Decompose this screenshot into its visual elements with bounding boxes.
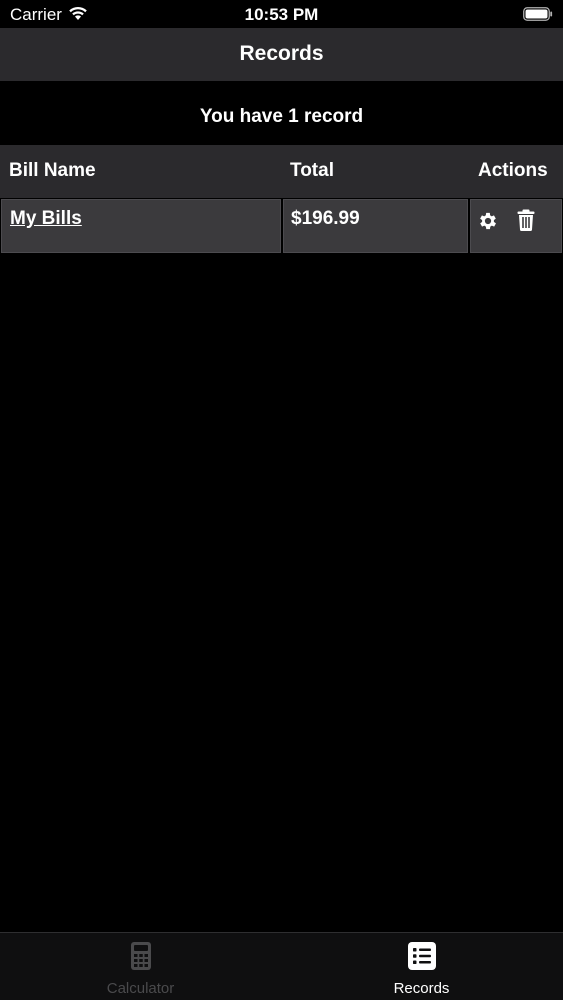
- tab-records[interactable]: Records: [281, 933, 562, 1000]
- status-bar: Carrier 10:53 PM: [0, 0, 563, 28]
- gear-icon[interactable]: [477, 210, 499, 232]
- bill-name-link[interactable]: My Bills: [10, 208, 82, 230]
- navigation-bar: Records: [0, 28, 563, 81]
- column-header-actions: Actions: [478, 160, 548, 181]
- calculator-icon: [130, 942, 151, 970]
- page-title: Records: [239, 42, 324, 65]
- trash-icon[interactable]: [517, 209, 535, 231]
- actions-cell: [470, 199, 562, 253]
- bill-name-cell: My Bills: [1, 199, 281, 253]
- records-screen: Carrier 10:53 PM Records You have 1 reco…: [0, 0, 563, 1000]
- record-count-text: You have 1 record: [199, 106, 364, 127]
- battery-icon: [523, 7, 553, 21]
- bill-total-value: $196.99: [291, 208, 360, 229]
- tab-records-label: Records: [393, 980, 450, 997]
- table-header: Bill Name Total Actions: [0, 145, 563, 198]
- column-header-bill-name: Bill Name: [9, 160, 96, 181]
- tab-calculator-label: Calculator: [106, 980, 175, 997]
- status-time: 10:53 PM: [244, 5, 319, 24]
- tab-bar: Calculator Records: [0, 932, 563, 1000]
- tab-calculator[interactable]: Calculator: [0, 933, 281, 1000]
- column-header-total: Total: [290, 160, 334, 181]
- list-icon: [407, 942, 436, 970]
- table-row: My Bills $196.99: [0, 199, 563, 253]
- bill-total-cell: $196.99: [283, 199, 468, 253]
